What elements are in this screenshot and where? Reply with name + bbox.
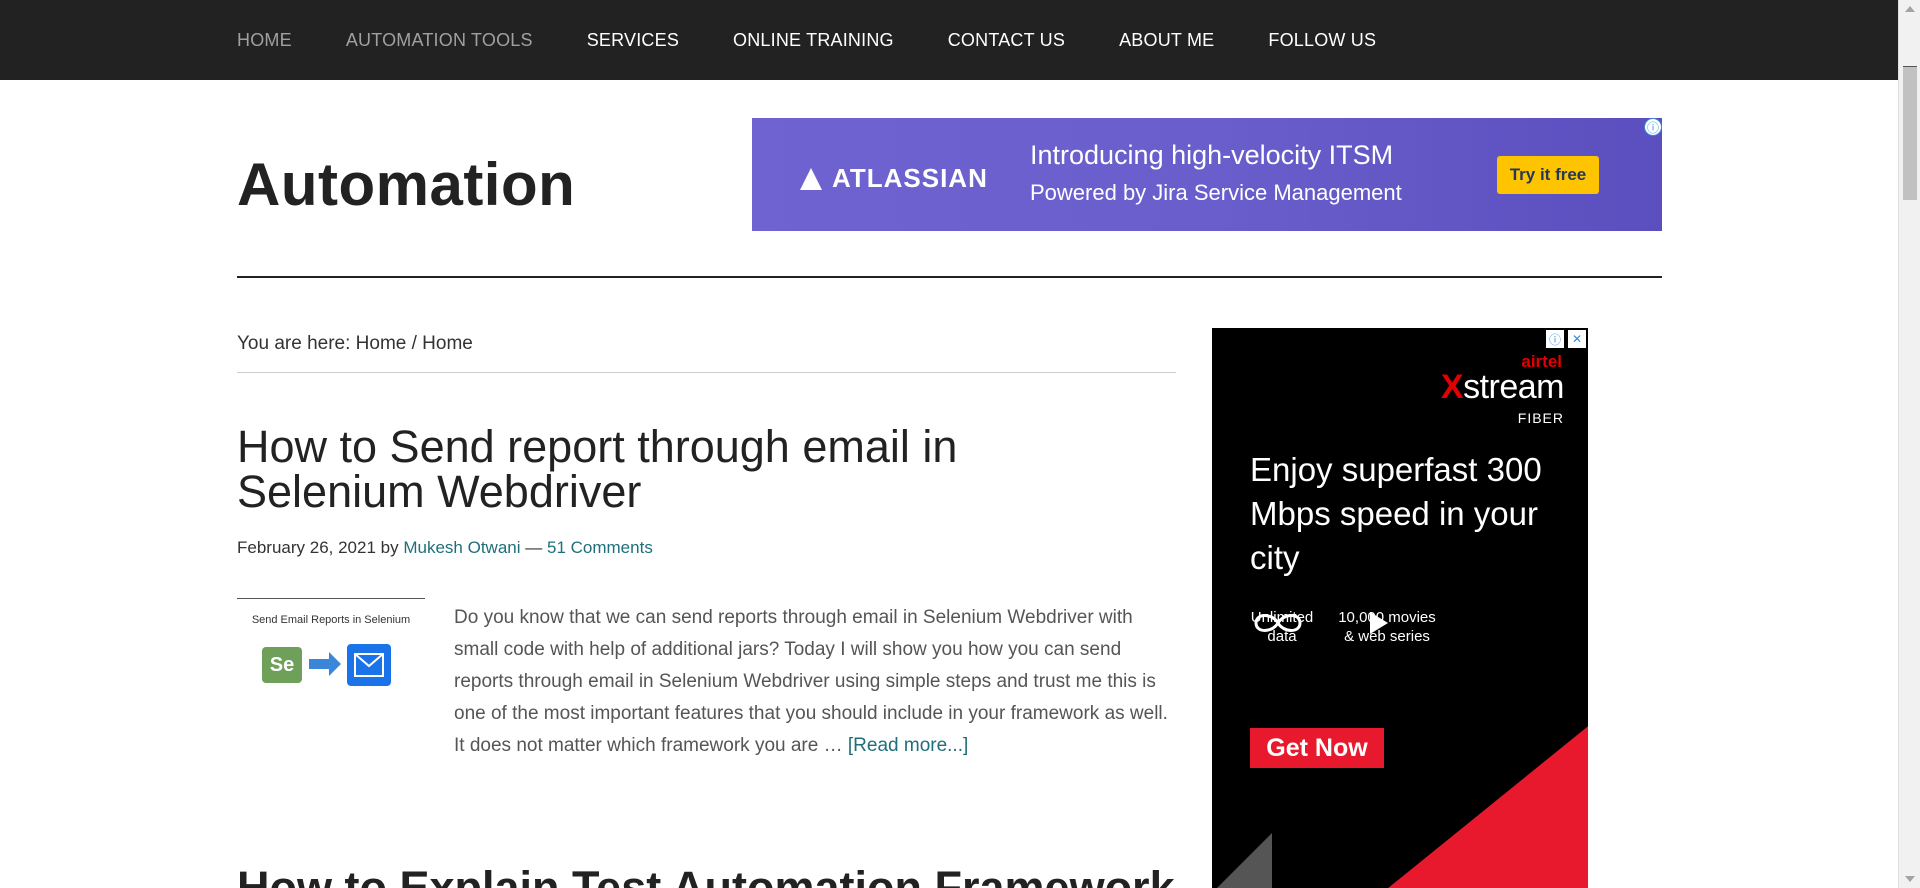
atlassian-triangle-icon bbox=[800, 167, 822, 190]
post-by: by bbox=[380, 538, 399, 557]
nav-item-about-me[interactable]: ABOUT ME bbox=[1119, 30, 1214, 51]
arrow-right-icon bbox=[309, 652, 341, 676]
next-post-title[interactable]: How to Explain Test Automation Framework bbox=[237, 862, 1175, 888]
site-title[interactable]: Automation bbox=[237, 150, 575, 219]
ad-red-decoration bbox=[1382, 723, 1588, 888]
nav-item-online-training[interactable]: ONLINE TRAINING bbox=[733, 30, 894, 51]
top-navigation: HOME AUTOMATION TOOLS SERVICES ONLINE TR… bbox=[0, 0, 1898, 80]
post-comments-link[interactable]: 51 Comments bbox=[547, 538, 653, 557]
ad-info-icon[interactable]: ⓘ bbox=[1546, 330, 1564, 348]
post-excerpt: Do you know that we can send reports thr… bbox=[454, 602, 1174, 762]
scrollbar-thumb[interactable] bbox=[1903, 66, 1917, 200]
feature-movies: 10,000 movies & web series bbox=[1332, 608, 1442, 646]
feature-unlimited-line2: data bbox=[1267, 628, 1297, 645]
page: HOME AUTOMATION TOOLS SERVICES ONLINE TR… bbox=[0, 0, 1920, 888]
post-meta: February 26, 2021 by Mukesh Otwani — 51 … bbox=[237, 538, 653, 558]
ad-try-free-button[interactable]: Try it free bbox=[1497, 156, 1599, 194]
post-title[interactable]: How to Send report through email in Sele… bbox=[237, 424, 1117, 514]
ad-side-headline: Enjoy superfast 300 Mbps speed in your c… bbox=[1250, 451, 1542, 576]
xstream-x: X bbox=[1440, 368, 1464, 406]
scroll-up-arrow-icon[interactable] bbox=[1905, 6, 1915, 12]
post-excerpt-text: Do you know that we can send reports thr… bbox=[454, 607, 1168, 756]
ad-grey-decoration bbox=[1212, 833, 1272, 888]
post-thumbnail[interactable]: Send Email Reports in Selenium Se bbox=[237, 598, 425, 706]
ad-subheadline: Powered by Jira Service Management bbox=[1030, 180, 1402, 205]
post-author-link[interactable]: Mukesh Otwani bbox=[403, 538, 520, 557]
thumbnail-caption: Send Email Reports in Selenium bbox=[251, 614, 411, 626]
header-divider bbox=[237, 276, 1662, 278]
xstream-text: stream bbox=[1463, 368, 1564, 406]
atlassian-logo: ATLASSIAN bbox=[800, 163, 988, 194]
post-meta-separator: — bbox=[525, 538, 543, 557]
nav-item-automation-tools[interactable]: AUTOMATION TOOLS bbox=[346, 30, 533, 51]
feature-unlimited-data: Unlimited data bbox=[1242, 608, 1322, 646]
nav-item-follow-us[interactable]: FOLLOW US bbox=[1268, 30, 1376, 51]
ad-banner-atlassian[interactable]: ATLASSIAN Introducing high-velocity ITSM… bbox=[752, 118, 1662, 231]
atlassian-brand-text: ATLASSIAN bbox=[832, 163, 988, 193]
ad-sidebar-airtel[interactable]: ⓘ ✕ airtel Xstream FIBER Enjoy superfast… bbox=[1212, 328, 1588, 888]
feature-movies-line2: & web series bbox=[1344, 628, 1430, 645]
nav-menu: HOME AUTOMATION TOOLS SERVICES ONLINE TR… bbox=[237, 0, 1430, 80]
fiber-label: FIBER bbox=[1517, 410, 1564, 426]
post-date: February 26, 2021 bbox=[237, 538, 376, 557]
scroll-down-arrow-icon[interactable] bbox=[1905, 876, 1915, 882]
breadcrumb-divider bbox=[237, 372, 1176, 373]
email-icon bbox=[347, 644, 391, 686]
nav-item-services[interactable]: SERVICES bbox=[587, 30, 679, 51]
get-now-button[interactable]: Get Now bbox=[1250, 728, 1384, 768]
read-more-link[interactable]: [Read more...] bbox=[848, 735, 968, 756]
ad-close-icon[interactable]: ✕ bbox=[1568, 330, 1586, 348]
feature-movies-line1: 10,000 movies bbox=[1338, 609, 1436, 626]
nav-item-contact-us[interactable]: CONTACT US bbox=[948, 30, 1065, 51]
selenium-logo-icon: Se bbox=[262, 647, 302, 683]
ad-headline: Introducing high-velocity ITSM bbox=[1030, 140, 1394, 170]
vertical-scrollbar[interactable] bbox=[1898, 0, 1920, 888]
ad-info-icon[interactable]: ⓘ bbox=[1644, 118, 1662, 136]
feature-unlimited-line1: Unlimited bbox=[1250, 609, 1314, 626]
xstream-logo: Xstream bbox=[1440, 368, 1565, 407]
breadcrumb: You are here: Home / Home bbox=[237, 333, 473, 354]
nav-item-home[interactable]: HOME bbox=[237, 30, 292, 51]
